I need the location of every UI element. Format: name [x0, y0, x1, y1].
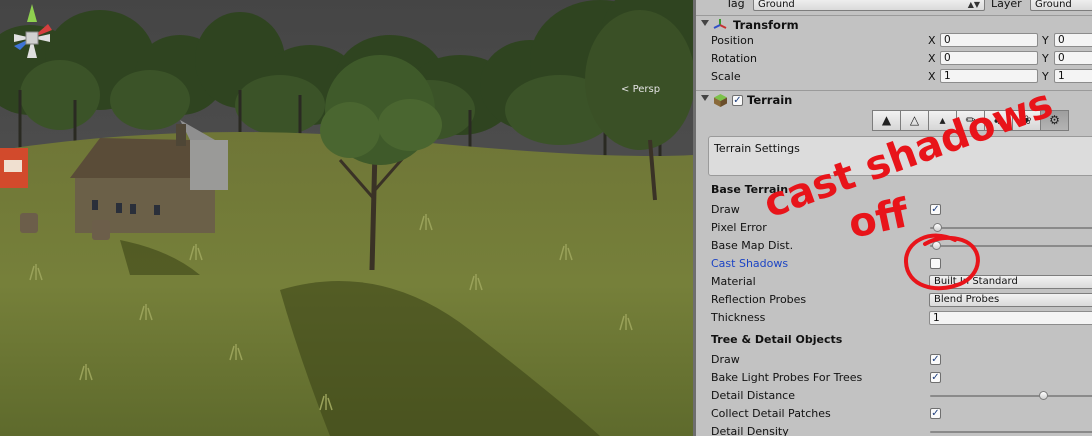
position-x-field[interactable]: 0	[940, 33, 1038, 47]
rotation-x-field[interactable]: 0	[940, 51, 1038, 65]
axis-x-label: X	[928, 70, 936, 83]
cast-shadows-row: Cast Shadows	[696, 255, 1092, 273]
scale-y-field[interactable]: 1	[1054, 69, 1092, 83]
settings-gear-icon[interactable]: ⚙	[1040, 110, 1069, 131]
axis-y-label: Y	[1042, 34, 1049, 47]
detail-distance-row: Detail Distance	[696, 387, 1092, 405]
tag-value: Ground	[758, 0, 795, 10]
transform-title: Transform	[733, 18, 799, 32]
draw-checkbox[interactable]: ✓	[930, 204, 941, 215]
axis-x-label: X	[928, 52, 936, 65]
terrain-scene	[0, 0, 693, 436]
transform-icon	[713, 19, 727, 29]
bake-light-probes-row: Bake Light Probes For Trees ✓	[696, 369, 1092, 387]
scale-label: Scale	[711, 70, 741, 83]
paint-height-icon[interactable]: △	[900, 110, 929, 131]
dropdown-arrow-icon: ▲▼	[967, 0, 980, 9]
terrain-enabled-checkbox[interactable]: ✓	[732, 95, 743, 106]
base-map-dist-slider-thumb[interactable]	[932, 241, 941, 250]
terrain-header[interactable]: ✓ Terrain	[696, 90, 1092, 109]
tree-detail-header: Tree & Detail Objects	[696, 331, 1092, 349]
detail-distance-label: Detail Distance	[711, 389, 795, 402]
draw-label: Draw	[711, 203, 740, 216]
reflection-probes-row: Reflection Probes Blend Probes	[696, 291, 1092, 309]
base-map-dist-label: Base Map Dist.	[711, 239, 794, 252]
pixel-error-row: Pixel Error	[696, 219, 1092, 237]
base-map-dist-slider[interactable]	[930, 245, 1092, 247]
pixel-error-label: Pixel Error	[711, 221, 767, 234]
bake-light-probes-checkbox[interactable]: ✓	[930, 372, 941, 383]
base-terrain-title: Base Terrain	[711, 183, 789, 196]
raise-lower-icon[interactable]: ▲	[872, 110, 901, 131]
terrain-settings-text: Terrain Settings	[714, 142, 800, 155]
tag-layer-row: Tag Ground ▲▼ Layer Ground	[696, 0, 1092, 12]
tree-draw-label: Draw	[711, 353, 740, 366]
bake-light-probes-label: Bake Light Probes For Trees	[711, 371, 863, 384]
pixel-error-slider-thumb[interactable]	[933, 223, 942, 232]
terrain-toolbar: ▲ △ ▴ ✏ ♣ ❀ ⚙	[872, 110, 1069, 131]
base-map-dist-row: Base Map Dist.	[696, 237, 1092, 255]
material-dropdown[interactable]: Built In Standard	[929, 275, 1092, 289]
draw-row: Draw ✓	[696, 201, 1092, 219]
axis-y-label: Y	[1042, 70, 1049, 83]
reflection-probes-label: Reflection Probes	[711, 293, 807, 306]
terrain-title: Terrain	[747, 93, 793, 107]
scale-x-field[interactable]: 1	[940, 69, 1038, 83]
tree-draw-row: Draw ✓	[696, 351, 1092, 369]
material-label: Material	[711, 275, 756, 288]
terrain-settings-box: Terrain Settings	[708, 136, 1092, 176]
cast-shadows-checkbox[interactable]	[930, 258, 941, 269]
scene-view[interactable]: < Persp	[0, 0, 693, 436]
paint-texture-icon[interactable]: ✏	[956, 110, 985, 131]
collect-detail-checkbox[interactable]: ✓	[930, 408, 941, 419]
scale-row: Scale X 1 Y 1	[696, 68, 1092, 86]
rotation-y-field[interactable]: 0	[1054, 51, 1092, 65]
thickness-field[interactable]: 1	[929, 311, 1092, 325]
detail-density-slider[interactable]	[930, 431, 1092, 433]
reflection-probes-value: Blend Probes	[934, 294, 1000, 305]
tree-draw-checkbox[interactable]: ✓	[930, 354, 941, 365]
position-y-field[interactable]: 0	[1054, 33, 1092, 47]
layer-value: Ground	[1035, 0, 1072, 10]
smooth-icon[interactable]: ▴	[928, 110, 957, 131]
place-trees-icon[interactable]: ♣	[984, 110, 1013, 131]
rotation-row: Rotation X 0 Y 0	[696, 50, 1092, 68]
foldout-arrow-icon[interactable]	[701, 20, 709, 26]
layer-dropdown[interactable]: Ground	[1030, 0, 1092, 11]
detail-density-row: Detail Density	[696, 423, 1092, 436]
scene-gizmo-icon[interactable]	[0, 0, 64, 72]
perspective-label-text: Persp	[632, 84, 661, 95]
collect-detail-row: Collect Detail Patches ✓	[696, 405, 1092, 423]
tree-detail-title: Tree & Detail Objects	[711, 333, 843, 346]
layer-label: Layer	[991, 0, 1022, 10]
paint-details-icon[interactable]: ❀	[1012, 110, 1041, 131]
material-row: Material Built In Standard	[696, 273, 1092, 291]
thickness-label: Thickness	[711, 311, 766, 324]
axis-x-label: X	[928, 34, 936, 47]
foldout-arrow-icon[interactable]	[701, 95, 709, 101]
detail-distance-slider[interactable]	[930, 395, 1092, 397]
inspector-panel: Tag Ground ▲▼ Layer Ground Transform Pos…	[696, 0, 1092, 436]
tag-label: Tag	[726, 0, 745, 10]
cast-shadows-label: Cast Shadows	[711, 257, 789, 270]
thickness-row: Thickness 1	[696, 309, 1092, 327]
material-value: Built In Standard	[934, 276, 1018, 287]
detail-distance-slider-thumb[interactable]	[1039, 391, 1048, 400]
collect-detail-label: Collect Detail Patches	[711, 407, 831, 420]
terrain-icon	[714, 94, 727, 107]
pixel-error-slider[interactable]	[930, 227, 1092, 229]
perspective-label[interactable]: < Persp	[621, 84, 660, 95]
tag-dropdown[interactable]: Ground ▲▼	[753, 0, 985, 11]
reflection-probes-dropdown[interactable]: Blend Probes	[929, 293, 1092, 307]
position-row: Position X 0 Y 0	[696, 32, 1092, 50]
position-label: Position	[711, 34, 754, 47]
detail-density-label: Detail Density	[711, 425, 789, 436]
axis-y-label: Y	[1042, 52, 1049, 65]
rotation-label: Rotation	[711, 52, 758, 65]
base-terrain-header: Base Terrain	[696, 181, 1092, 199]
